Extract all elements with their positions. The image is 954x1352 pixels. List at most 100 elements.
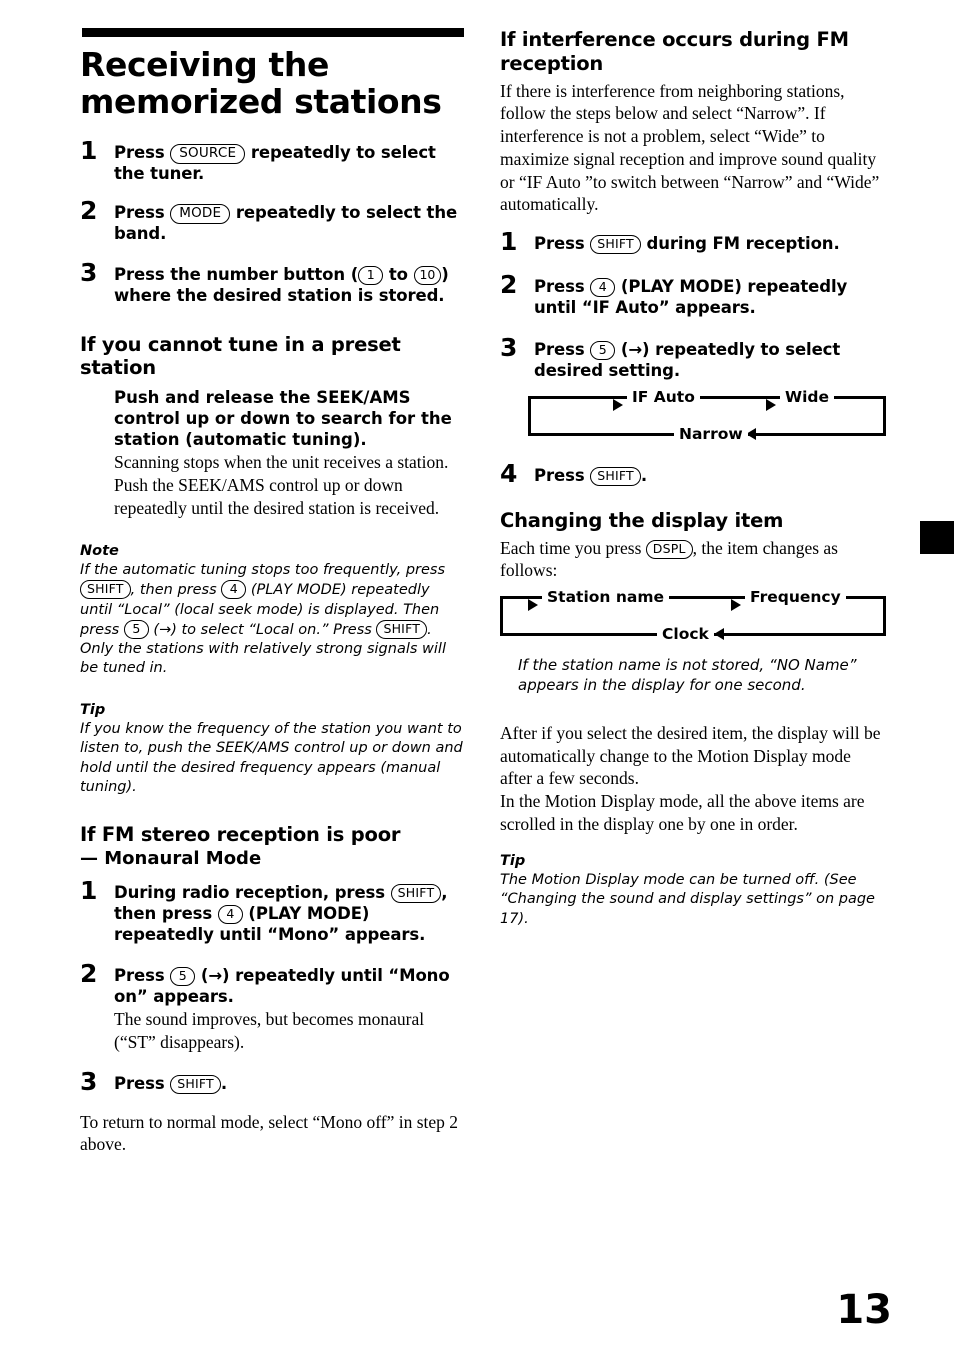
step-number: 1 (80, 135, 98, 165)
number-button-5-glyph: 5 (123, 619, 149, 639)
shift-button-glyph: SHIFT (390, 884, 442, 904)
step-body-text: The sound improves, but becomes monaural… (114, 1009, 425, 1053)
interference-body-text: If there is interference from neighborin… (500, 80, 880, 215)
arrow-right-icon (731, 599, 741, 612)
step-number: 2 (80, 195, 98, 225)
arrow-left-icon (714, 628, 724, 641)
manual-page: Receiving the memorized stations 1 Press… (0, 0, 954, 1352)
step-item: 3 Press the number button (1 to 10) wher… (80, 260, 465, 307)
left-column: Receiving the memorized stations 1 Press… (80, 28, 465, 1156)
number-button-4-glyph: 4 (221, 580, 247, 600)
step-item: 2 Press 5 (→) repeatedly until “Mono on”… (80, 961, 465, 1054)
step-text: Press SHIFT. (534, 466, 885, 487)
right-column: If interference occurs during FM recepti… (500, 28, 886, 929)
step-number: 2 (80, 958, 98, 988)
dspl-button-glyph: DSPL (645, 539, 693, 559)
cycle-label-if-auto: IF Auto (627, 389, 700, 406)
step-text-mid: to (388, 265, 408, 284)
cycle-label-frequency: Frequency (745, 590, 846, 606)
step-text: Press 5 (→) repeatedly to select desired… (534, 340, 885, 382)
page-title: Receiving the memorized stations (80, 45, 442, 121)
step-number: 4 (500, 458, 518, 488)
cycle-label-wide: Wide (780, 389, 835, 406)
shift-button-glyph: SHIFT (376, 619, 428, 639)
motion-display-body-text: After if you select the desired item, th… (500, 722, 881, 834)
heading-fm-stereo-poor: If FM stereo reception is poor (80, 823, 401, 847)
note-label: Note (80, 542, 119, 559)
step-text: Press 5 (→) repeatedly until “Mono on” a… (114, 966, 465, 1008)
number-button-5-glyph: 5 (590, 341, 616, 361)
cycle-label-narrow: Narrow (674, 426, 748, 443)
step-number: 3 (80, 1066, 98, 1096)
source-button-glyph: SOURCE (170, 143, 246, 165)
step-number: 3 (80, 258, 98, 287)
mono-closing-text: To return to normal mode, select “Mono o… (80, 1111, 459, 1155)
tip-block: Tip The Motion Display mode can be turne… (500, 852, 885, 929)
step-item: 4 Press SHIFT. (500, 461, 885, 487)
step-text-1: Press (534, 340, 585, 360)
tip-text: If you know the frequency of the station… (80, 720, 463, 795)
tip-label: Tip (80, 701, 106, 718)
step-text-pre: Press (114, 142, 165, 162)
step-text: Press 4 (PLAY MODE) repeatedly until “IF… (534, 277, 885, 319)
step-item: 2 Press 4 (PLAY MODE) repeatedly until “… (500, 272, 885, 319)
arrow-right-icon (766, 398, 776, 411)
step-item: 1 Press SHIFT during FM reception. (500, 229, 885, 255)
tip-label: Tip (500, 852, 526, 869)
preset-instruction-block: Push and release the SEEK/AMS control up… (114, 388, 465, 520)
step-number: 1 (500, 227, 518, 257)
number-button-10-glyph: 10 (413, 266, 442, 285)
number-button-4-glyph: 4 (590, 277, 616, 297)
step-text-1: Press (114, 1073, 165, 1093)
tip-block: Tip If you know the frequency of the sta… (80, 701, 465, 797)
shift-button-glyph: SHIFT (590, 235, 641, 255)
display-item-cycle-diagram: Station name Frequency Clock (500, 590, 886, 643)
note-block: Note If the automatic tuning stops too f… (80, 542, 465, 679)
display-intro-pre: Each time you press (500, 537, 642, 558)
subheading-monaural-mode: — Monaural Mode (80, 847, 262, 869)
page-number: 13 (836, 1287, 892, 1333)
heading-fm-interference: If interference occurs during FM recepti… (500, 28, 849, 75)
step-item: 1 During radio reception, press SHIFT, t… (80, 878, 465, 945)
step-number: 3 (500, 333, 518, 363)
step-text-1: Press (114, 965, 165, 985)
heading-preset-station: If you cannot tune in a preset station (80, 332, 401, 380)
if-mode-cycle-diagram: IF Auto Wide Narrow (528, 389, 886, 443)
note-text: If the automatic tuning stops too freque… (80, 561, 465, 679)
step-text-1: Press (534, 276, 585, 296)
step-item: 1 Press SOURCE repeatedly to select the … (80, 138, 465, 185)
number-button-4-glyph: 4 (217, 905, 243, 925)
heading-changing-display-item: Changing the display item (500, 508, 784, 532)
step-text-2: . (640, 465, 648, 485)
arrow-right-icon (613, 398, 623, 411)
cycle-label-station-name: Station name (542, 590, 669, 606)
shift-button-glyph: SHIFT (80, 580, 131, 600)
cycle-label-clock: Clock (657, 627, 714, 643)
edge-tab-marker (920, 521, 954, 554)
step-text: Press SHIFT. (114, 1074, 465, 1095)
step-text-1: During radio reception, press (114, 883, 385, 903)
title-rule (82, 28, 464, 37)
step-text-pre: Press the number button ( (114, 265, 359, 284)
step-text-1: Press (534, 465, 585, 485)
preset-bold-lead: Push and release the SEEK/AMS control up… (114, 388, 452, 449)
step-text: During radio reception, press SHIFT, the… (114, 883, 465, 945)
step-text-2: . (220, 1073, 228, 1093)
step-text-1: Press (534, 234, 585, 254)
tip-text: The Motion Display mode can be turned of… (500, 871, 875, 927)
step-text: Press MODE repeatedly to select the band… (114, 203, 465, 245)
shift-button-glyph: SHIFT (590, 466, 641, 486)
display-intro-text: Each time you press DSPL, the item chang… (500, 537, 885, 583)
shift-button-glyph: SHIFT (170, 1074, 221, 1094)
step-number: 1 (80, 876, 98, 906)
step-text-post: repeatedly to select the band. (114, 202, 458, 244)
step-text: Press the number button (1 to 10) where … (114, 265, 465, 307)
step-item: 2 Press MODE repeatedly to select the ba… (80, 198, 465, 245)
number-button-1-glyph: 1 (358, 266, 384, 285)
step-text-2: (→) repeatedly until “Mono on” appears. (114, 965, 450, 1006)
step-text-2: during FM reception. (646, 234, 840, 254)
note-text-1: If the automatic tuning stops too freque… (80, 562, 446, 578)
step-number: 2 (500, 269, 518, 299)
display-no-name-note: If the station name is not stored, “NO N… (518, 656, 857, 694)
step-item: 3 Press SHIFT. (80, 1069, 465, 1095)
